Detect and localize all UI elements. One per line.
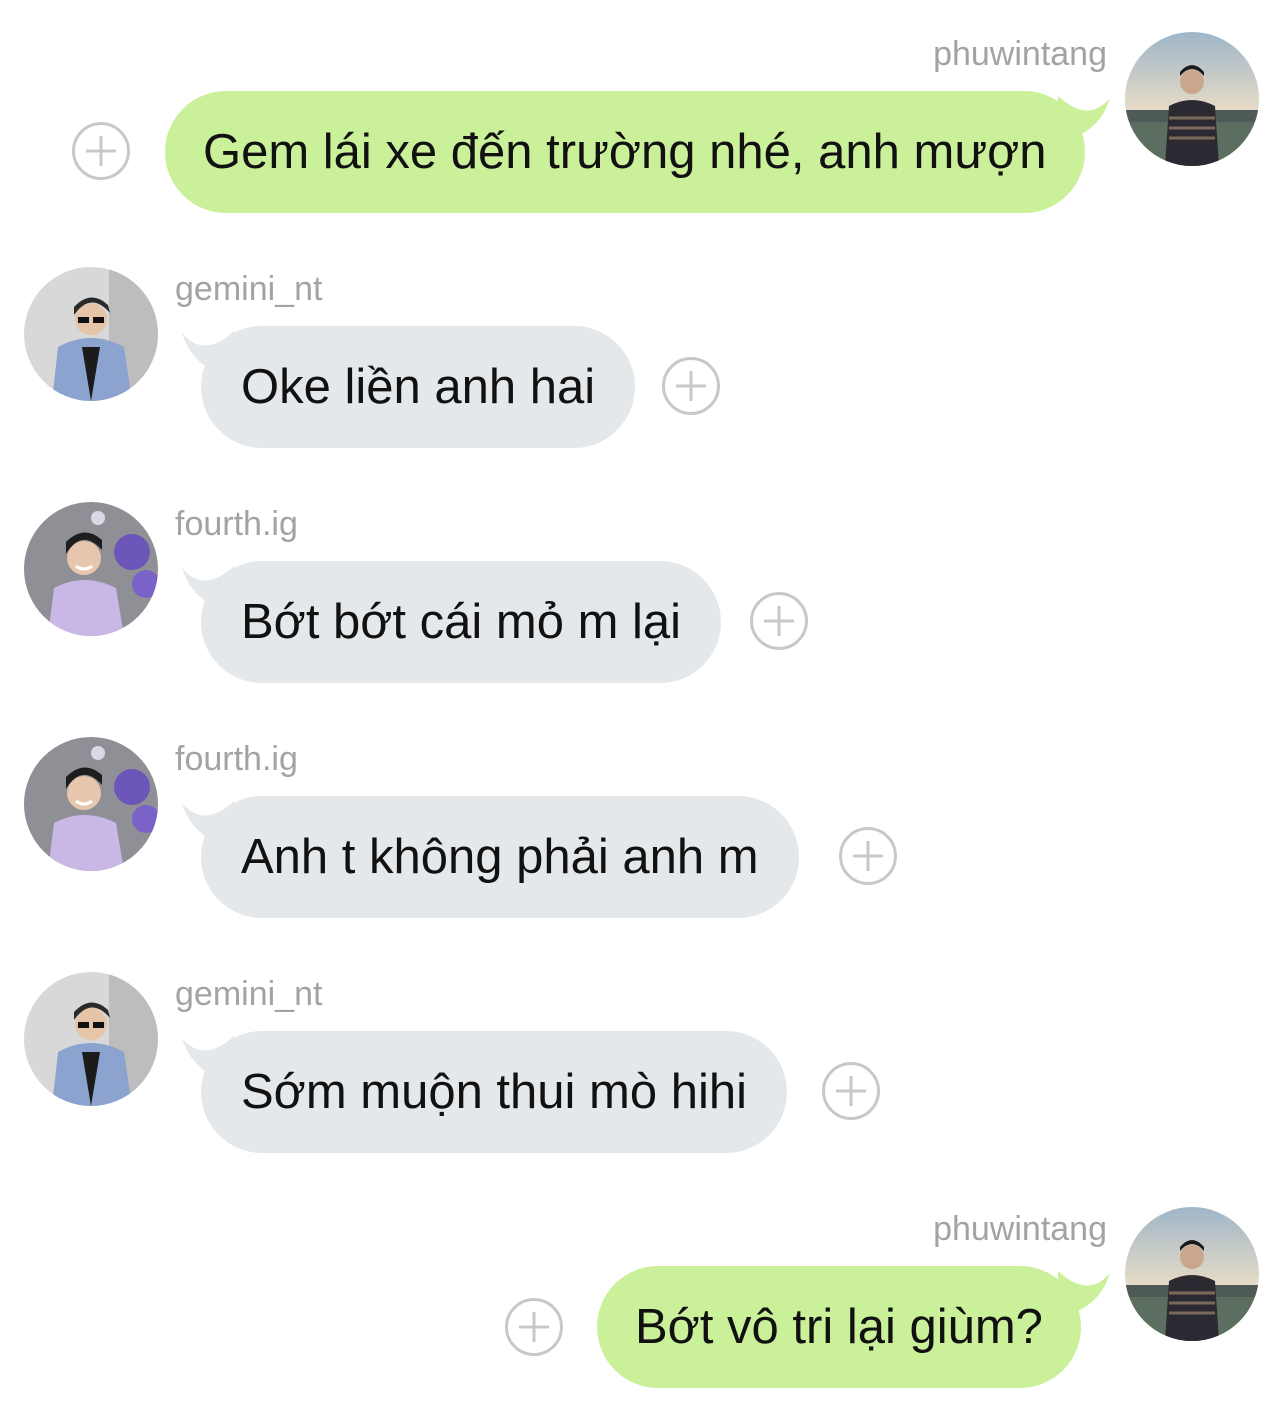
avatar[interactable]: [24, 502, 158, 636]
add-reaction-icon[interactable]: [839, 827, 897, 885]
message-row-incoming: gemini_nt Oke liền anh hai: [0, 230, 1284, 465]
sender-username: fourth.ig: [175, 740, 298, 778]
add-reaction-icon[interactable]: [72, 122, 130, 180]
message-row-incoming: fourth.ig Bớt bớt cái mỏ m lại: [0, 465, 1284, 700]
sender-username: gemini_nt: [175, 270, 323, 308]
message-bubble[interactable]: Oke liền anh hai: [201, 326, 636, 448]
message-row-outgoing: phuwintang Gem lái xe đến trường nhé, an…: [0, 0, 1284, 230]
add-reaction-icon[interactable]: [662, 357, 720, 415]
sender-username: phuwintang: [933, 35, 1107, 73]
message-bubble[interactable]: Bớt bớt cái mỏ m lại: [201, 561, 722, 683]
bubble-tail: [1058, 1271, 1118, 1321]
avatar[interactable]: [1125, 1207, 1259, 1341]
message-bubble[interactable]: Gem lái xe đến trường nhé, anh mượn: [165, 91, 1085, 213]
add-reaction-icon[interactable]: [750, 592, 808, 650]
message-bubble[interactable]: Bớt vô tri lại giùm?: [597, 1266, 1081, 1388]
message-row-outgoing: phuwintang Bớt vô tri lại giùm?: [0, 1170, 1284, 1403]
avatar[interactable]: [24, 737, 158, 871]
message-bubble[interactable]: Anh t không phải anh m: [201, 796, 799, 918]
message-bubble[interactable]: Sớm muộn thui mò hihi: [201, 1031, 788, 1153]
sender-username: gemini_nt: [175, 975, 323, 1013]
add-reaction-icon[interactable]: [505, 1298, 563, 1356]
avatar[interactable]: [24, 267, 158, 401]
bubble-tail: [1058, 96, 1118, 146]
avatar[interactable]: [1125, 32, 1259, 166]
sender-username: phuwintang: [933, 1210, 1107, 1248]
message-row-incoming: fourth.ig Anh t không phải anh m: [0, 700, 1284, 935]
message-row-incoming: gemini_nt Sớm muộn thui mò hihi: [0, 935, 1284, 1170]
add-reaction-icon[interactable]: [822, 1062, 880, 1120]
sender-username: fourth.ig: [175, 505, 298, 543]
avatar[interactable]: [24, 972, 158, 1106]
